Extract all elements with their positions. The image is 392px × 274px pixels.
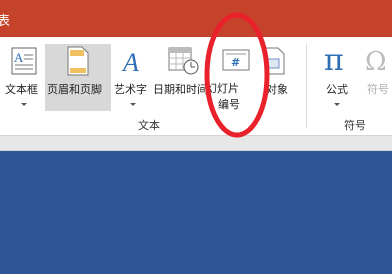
textbox-icon: A: [11, 47, 37, 75]
svg-text:A: A: [14, 50, 24, 65]
pi-glyph: π: [324, 44, 344, 76]
header-footer-label: 页眉和页脚: [47, 83, 102, 96]
ruler-strip: [0, 136, 392, 151]
object-button[interactable]: 对象: [262, 44, 298, 116]
slide-number-label-line2: 编号: [218, 98, 240, 111]
group-label-symbols: 符号: [344, 119, 366, 132]
pi-icon: π: [324, 44, 344, 76]
slide-number-icon: #: [222, 49, 250, 71]
omega-glyph: Ω: [365, 47, 387, 76]
slide-canvas[interactable]: [0, 151, 392, 274]
header-footer-button[interactable]: 页眉和页脚: [45, 44, 111, 111]
date-time-button[interactable]: 日期和时间: [153, 44, 208, 116]
omega-icon: Ω: [365, 47, 387, 76]
header-footer-icon: [67, 46, 89, 76]
date-time-label: 日期和时间: [153, 83, 208, 96]
calendar-icon: [168, 47, 199, 75]
chevron-down-icon: [21, 103, 27, 106]
svg-text:A: A: [121, 48, 139, 76]
chevron-down-icon: [334, 103, 340, 106]
title-bar: 表: [0, 0, 392, 37]
group-separator: [306, 44, 307, 128]
textbox-button[interactable]: A 文本框: [4, 44, 44, 116]
equation-label: 公式: [326, 83, 348, 96]
wordart-icon: A: [121, 48, 139, 76]
group-label-text: 文本: [138, 119, 160, 132]
textbox-label: 文本框: [5, 83, 38, 96]
equation-button[interactable]: π 公式: [318, 44, 356, 116]
chevron-down-icon: [130, 103, 136, 106]
object-icon: [264, 47, 285, 75]
slide-number-label-line1: 幻灯片: [206, 82, 239, 95]
slide-number-button[interactable]: # 幻灯片 编号: [206, 44, 262, 116]
symbol-button[interactable]: Ω 符号: [360, 44, 392, 116]
object-label: 对象: [266, 83, 288, 96]
slide-number-glyph: #: [231, 56, 240, 69]
symbol-label: 符号: [367, 83, 389, 96]
wordart-label: 艺术字: [114, 83, 147, 96]
window-title: 表: [0, 14, 11, 29]
wordart-button[interactable]: A 艺术字: [112, 44, 152, 116]
